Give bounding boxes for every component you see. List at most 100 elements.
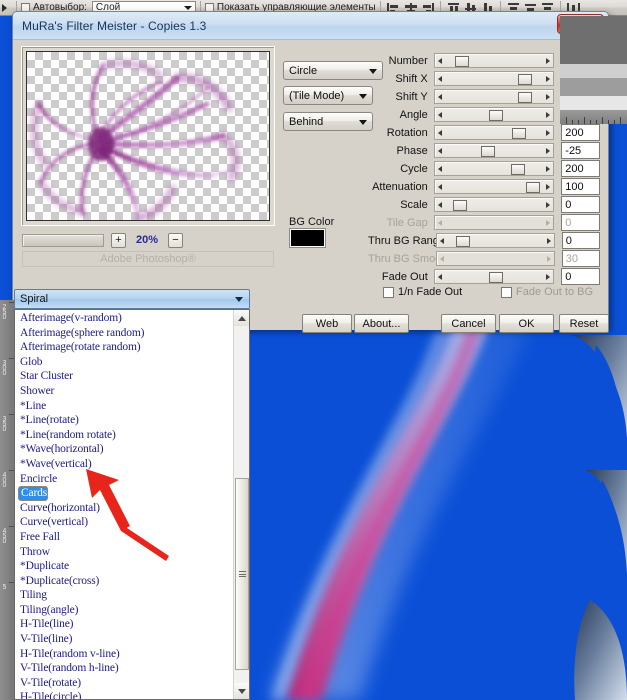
parameter-slider[interactable] [433, 269, 555, 284]
slider-thumb[interactable] [455, 56, 470, 67]
parameter-value-input[interactable]: 0 [561, 232, 600, 249]
slider-right-arrow-icon[interactable] [546, 147, 551, 154]
reset-button[interactable]: Reset [559, 314, 609, 333]
slider-thumb[interactable] [488, 110, 503, 121]
slider-left-arrow-icon[interactable] [437, 165, 442, 172]
ok-button[interactable]: OK [499, 314, 554, 333]
parameter-slider[interactable] [433, 161, 555, 176]
slider-left-arrow-icon[interactable] [437, 75, 442, 82]
parameter-slider[interactable] [433, 107, 555, 122]
parameter-value-input[interactable]: 0 [561, 268, 601, 285]
parameter-slider[interactable] [433, 197, 555, 212]
slider-thumb[interactable] [480, 146, 495, 157]
list-item[interactable]: Curve(horizontal) [18, 501, 233, 516]
parameter-value-input[interactable]: 200 [561, 160, 601, 177]
list-item[interactable]: V-Tile(line) [18, 632, 233, 647]
effect-list-items[interactable]: Afterimage(v-random) Afterimage(sphere ra… [15, 310, 233, 699]
list-item[interactable]: H-Tile(circle) [18, 690, 233, 699]
fade-out-to-bg-row[interactable]: Fade Out to BG [501, 286, 593, 298]
slider-left-arrow-icon[interactable] [437, 57, 442, 64]
parameter-slider[interactable] [433, 71, 555, 86]
list-item[interactable]: Encircle [18, 472, 233, 487]
fade-out-to-bg-checkbox[interactable] [501, 286, 512, 298]
slider-right-arrow-icon[interactable] [546, 129, 551, 136]
zoom-out-button[interactable]: − [168, 232, 183, 248]
preview-pan-slider[interactable] [22, 233, 104, 247]
slider-thumb[interactable] [517, 74, 532, 85]
slider-left-arrow-icon[interactable] [437, 183, 442, 190]
move-tool-arrow-icon[interactable] [2, 3, 7, 12]
parameter-value-input[interactable]: 0 [561, 196, 601, 213]
list-item[interactable]: Tiling(angle) [18, 603, 233, 618]
list-item[interactable]: *Line [18, 399, 233, 414]
list-item[interactable]: Throw [18, 545, 233, 560]
list-item[interactable]: *Line(random rotate) [18, 428, 233, 443]
slider-left-arrow-icon[interactable] [437, 111, 442, 118]
bg-color-swatch[interactable] [290, 229, 325, 247]
parameter-slider[interactable] [433, 89, 555, 104]
scroll-down-button[interactable] [234, 683, 249, 699]
slider-thumb[interactable] [512, 128, 527, 139]
slider-left-arrow-icon[interactable] [437, 273, 442, 280]
dialog-titlebar[interactable]: MuRa's Filter Meister - Copies 1.3 x [13, 12, 608, 40]
tile-mode-select[interactable]: (Tile Mode) [283, 86, 373, 105]
slider-thumb[interactable] [455, 236, 470, 247]
parameter-slider[interactable] [433, 125, 555, 140]
slider-left-arrow-icon[interactable] [437, 93, 442, 100]
slider-left-arrow-icon[interactable] [437, 129, 442, 136]
slider-left-arrow-icon[interactable] [440, 237, 444, 244]
list-item[interactable]: V-Tile(random h-line) [18, 661, 233, 676]
list-item[interactable]: *Line(rotate) [18, 413, 233, 428]
slider-right-arrow-icon[interactable] [546, 111, 551, 118]
preview-image[interactable] [26, 51, 270, 221]
parameter-value-input[interactable]: -25 [561, 142, 601, 159]
one-over-n-fade-out-row[interactable]: 1/n Fade Out [383, 286, 501, 298]
list-item[interactable]: H-Tile(line) [18, 617, 233, 632]
parameter-value-input[interactable]: 100 [561, 178, 601, 195]
list-item[interactable]: Star Cluster [18, 369, 233, 384]
slider-right-arrow-icon[interactable] [546, 165, 551, 172]
parameter-slider[interactable] [436, 233, 555, 248]
slider-right-arrow-icon[interactable] [546, 273, 551, 280]
effect-select[interactable]: Spiral [14, 289, 250, 309]
list-item[interactable]: *Wave(vertical) [18, 457, 233, 472]
web-button[interactable]: Web [302, 314, 352, 333]
list-item[interactable]: Afterimage(v-random) [18, 311, 233, 326]
slider-left-arrow-icon[interactable] [437, 201, 442, 208]
list-item[interactable]: H-Tile(random v-line) [18, 647, 233, 662]
slider-right-arrow-icon[interactable] [546, 183, 551, 190]
list-item[interactable]: *Duplicate(cross) [18, 574, 233, 589]
list-item[interactable]: Afterimage(sphere random) [18, 326, 233, 341]
list-item[interactable]: Shower [18, 384, 233, 399]
slider-right-arrow-icon[interactable] [546, 75, 551, 82]
slider-right-arrow-icon[interactable] [546, 237, 551, 244]
parameter-slider[interactable] [433, 179, 555, 194]
zoom-in-button[interactable]: + [111, 232, 126, 248]
list-item[interactable]: *Duplicate [18, 559, 233, 574]
list-item[interactable]: *Wave(horizontal) [18, 442, 233, 457]
slider-right-arrow-icon[interactable] [546, 57, 551, 64]
scrollbar-thumb[interactable] [235, 478, 249, 670]
parameter-value-input[interactable]: 200 [561, 124, 601, 141]
parameter-slider[interactable] [433, 143, 555, 158]
slider-thumb[interactable] [517, 92, 532, 103]
slider-thumb[interactable] [489, 272, 504, 283]
slider-right-arrow-icon[interactable] [546, 93, 551, 100]
about-button[interactable]: About... [354, 314, 409, 333]
scroll-up-button[interactable] [234, 310, 249, 326]
list-scrollbar[interactable] [233, 310, 249, 699]
slider-right-arrow-icon[interactable] [546, 201, 551, 208]
blend-mode-select[interactable]: Behind [283, 112, 373, 131]
effect-dropdown-list[interactable]: Afterimage(v-random) Afterimage(sphere ra… [14, 309, 250, 700]
slider-thumb[interactable] [511, 164, 526, 175]
cancel-button[interactable]: Cancel [441, 314, 496, 333]
list-item[interactable]: Spiral [18, 486, 233, 501]
list-item[interactable]: Curve(vertical) [18, 515, 233, 530]
list-item[interactable]: Free Fall [18, 530, 233, 545]
slider-thumb[interactable] [525, 182, 540, 193]
one-over-n-fade-out-checkbox[interactable] [383, 286, 394, 298]
list-item[interactable]: Cards [18, 486, 49, 501]
list-item[interactable]: Tiling [18, 588, 233, 603]
list-item[interactable]: V-Tile(rotate) [18, 676, 233, 691]
parameter-slider[interactable] [433, 53, 555, 68]
